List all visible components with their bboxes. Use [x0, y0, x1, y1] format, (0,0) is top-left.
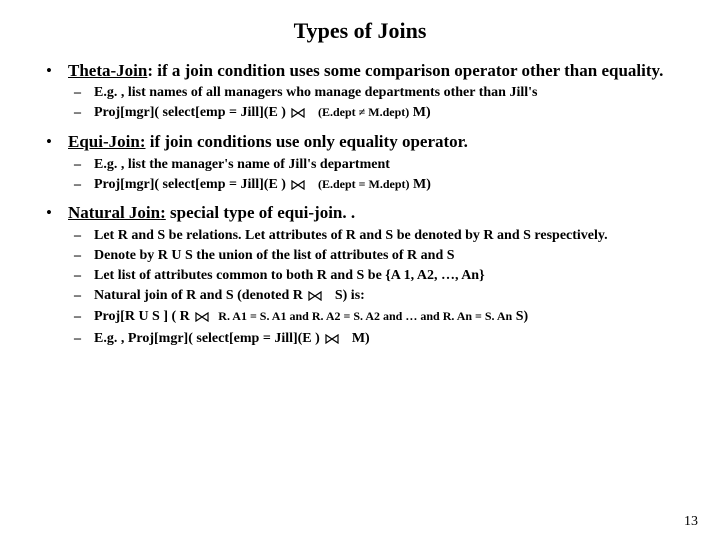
theta-head-rest: : if a join condition uses some comparis… — [147, 61, 663, 80]
theta-sub2: Proj[mgr]( select[emp = Jill](E ) (E.dep… — [68, 104, 680, 125]
slide-title: Types of Joins — [40, 18, 680, 44]
natural-s5b: S) — [512, 309, 528, 324]
bowtie-icon — [291, 106, 305, 125]
bullet-equi: Equi-Join: if join conditions use only e… — [40, 131, 680, 196]
theta-head-underlined: Theta-Join — [68, 61, 147, 80]
equi-sub1: E.g. , list the manager's name of Jill's… — [68, 156, 680, 175]
natural-head-rest: special type of equi-join. . — [166, 203, 355, 222]
theta-sub1: E.g. , list names of all managers who ma… — [68, 84, 680, 103]
natural-sub2: Denote by R U S the union of the list of… — [68, 247, 680, 266]
equi-sub2: Proj[mgr]( select[emp = Jill](E ) (E.dep… — [68, 176, 680, 197]
natural-s4b: S) is: — [335, 288, 365, 303]
equi-head-underlined: Equi-Join — [68, 132, 140, 151]
equi-s2a: Proj[mgr]( select[emp = Jill](E ) — [94, 177, 286, 192]
natural-head-underlined: Natural Join — [68, 203, 160, 222]
bowtie-icon — [325, 332, 339, 351]
bowtie-icon — [308, 289, 322, 308]
bowtie-icon — [291, 178, 305, 197]
equi-s2cond: (E.dept = M.dept) — [318, 177, 410, 191]
natural-s6a: E.g. , Proj[mgr]( select[emp = Jill](E ) — [94, 331, 320, 346]
natural-sub6: E.g. , Proj[mgr]( select[emp = Jill](E )… — [68, 330, 680, 351]
natural-sub1: Let R and S be relations. Let attributes… — [68, 227, 680, 246]
main-list: Theta-Join: if a join condition uses som… — [40, 60, 680, 351]
natural-sub4: Natural join of R and S (denoted R S) is… — [68, 287, 680, 308]
theta-s2a: Proj[mgr]( select[emp = Jill](E ) — [94, 105, 286, 120]
natural-s5a: Proj[R U S ] ( R — [94, 309, 190, 324]
bullet-natural: Natural Join: special type of equi-join.… — [40, 202, 680, 351]
equi-head-rest: if join conditions use only equality ope… — [145, 132, 467, 151]
page-number: 13 — [684, 514, 698, 530]
natural-sub3: Let list of attributes common to both R … — [68, 267, 680, 286]
natural-s5cond: R. A1 = S. A1 and R. A2 = S. A2 and … an… — [218, 309, 512, 323]
equi-s2b: M) — [409, 177, 430, 192]
bowtie-icon — [195, 310, 209, 329]
natural-s4a: Natural join of R and S (denoted R — [94, 288, 303, 303]
theta-s2cond: (E.dept ≠ M.dept) — [318, 105, 409, 119]
natural-sub5: Proj[R U S ] ( R R. A1 = S. A1 and R. A2… — [68, 308, 680, 329]
natural-s6b: M) — [352, 331, 370, 346]
theta-s2b: M) — [409, 105, 430, 120]
bullet-theta: Theta-Join: if a join condition uses som… — [40, 60, 680, 125]
